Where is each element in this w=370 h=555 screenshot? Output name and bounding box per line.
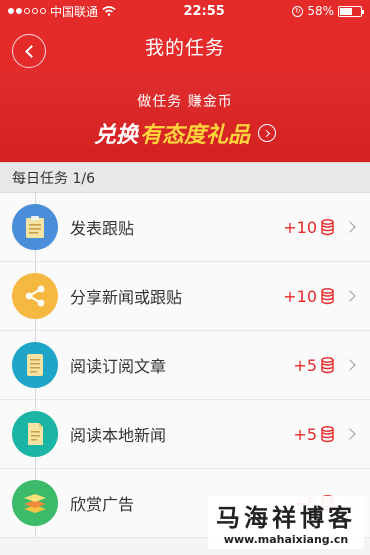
task-row[interactable]: 发表跟贴 +10 bbox=[0, 193, 370, 262]
share-icon bbox=[12, 273, 58, 319]
chevron-right-icon bbox=[344, 221, 356, 233]
task-reward: +5 bbox=[293, 425, 334, 444]
banner-headline-white: 兑换 bbox=[93, 123, 138, 148]
scroll-icon bbox=[12, 342, 58, 388]
clipboard-icon bbox=[12, 204, 58, 250]
banner-subtitle: 做任务 赚金币 bbox=[137, 94, 233, 110]
coin-stack-icon bbox=[321, 218, 334, 236]
reward-value: +10 bbox=[283, 286, 317, 306]
chevron-right-icon bbox=[344, 428, 356, 440]
promo-banner[interactable]: 做任务 赚金币 兑换 有态度礼品 bbox=[0, 70, 370, 162]
back-button[interactable] bbox=[12, 34, 46, 68]
task-row[interactable]: 阅读订阅文章 +5 bbox=[0, 331, 370, 400]
reward-value: +10 bbox=[283, 217, 317, 237]
orientation-lock-icon: ↻ bbox=[292, 5, 304, 17]
task-label: 阅读本地新闻 bbox=[70, 426, 167, 445]
banner-headline-yellow: 有态度礼品 bbox=[140, 123, 251, 148]
task-list: 发表跟贴+10分享新闻或跟贴+10阅读订阅文章+5阅读本地新闻+5欣赏广告+5 bbox=[0, 193, 370, 538]
task-label: 阅读订阅文章 bbox=[70, 357, 167, 376]
layers-icon bbox=[12, 480, 58, 526]
watermark-title: 马海祥博客 bbox=[216, 503, 356, 532]
battery-icon bbox=[337, 5, 364, 17]
task-row[interactable]: 阅读本地新闻 +5 bbox=[0, 400, 370, 469]
banner-headline: 兑换 有态度礼品 bbox=[0, 117, 370, 149]
coin-stack-icon bbox=[321, 356, 334, 374]
task-reward: +5 bbox=[293, 356, 334, 375]
reward-value: +5 bbox=[293, 355, 317, 375]
status-bar: 中国联通 22:55 ↻ 58% bbox=[0, 0, 370, 22]
watermark-url: www.mahaixiang.cn bbox=[223, 533, 349, 546]
watermark: 马海祥博客 www.mahaixiang.cn bbox=[208, 496, 364, 549]
status-time: 22:55 bbox=[183, 3, 225, 19]
coin-stack-icon bbox=[321, 287, 334, 305]
battery-percent: 58% bbox=[307, 4, 334, 18]
section-header: 每日任务 1/6 bbox=[0, 162, 370, 193]
top-bar: 中国联通 22:55 ↻ 58% 我的任务 bbox=[0, 0, 370, 70]
chevron-right-icon bbox=[344, 359, 356, 371]
task-reward: +10 bbox=[283, 287, 334, 306]
document-icon bbox=[12, 411, 58, 457]
chevron-right-circle-icon bbox=[258, 124, 277, 142]
task-row[interactable]: 分享新闻或跟贴 +10 bbox=[0, 262, 370, 331]
navigation-bar: 我的任务 bbox=[0, 22, 370, 70]
task-reward: +10 bbox=[283, 218, 334, 237]
wifi-icon bbox=[102, 6, 116, 16]
task-label: 分享新闻或跟贴 bbox=[70, 288, 183, 307]
coin-stack-icon bbox=[321, 425, 334, 443]
chevron-left-icon bbox=[24, 44, 38, 58]
chevron-right-icon bbox=[344, 290, 356, 302]
page-title: 我的任务 bbox=[144, 36, 225, 59]
carrier-label: 中国联通 bbox=[50, 4, 99, 19]
task-label: 发表跟贴 bbox=[70, 219, 135, 238]
signal-icon bbox=[8, 8, 46, 14]
reward-value: +5 bbox=[293, 424, 317, 444]
